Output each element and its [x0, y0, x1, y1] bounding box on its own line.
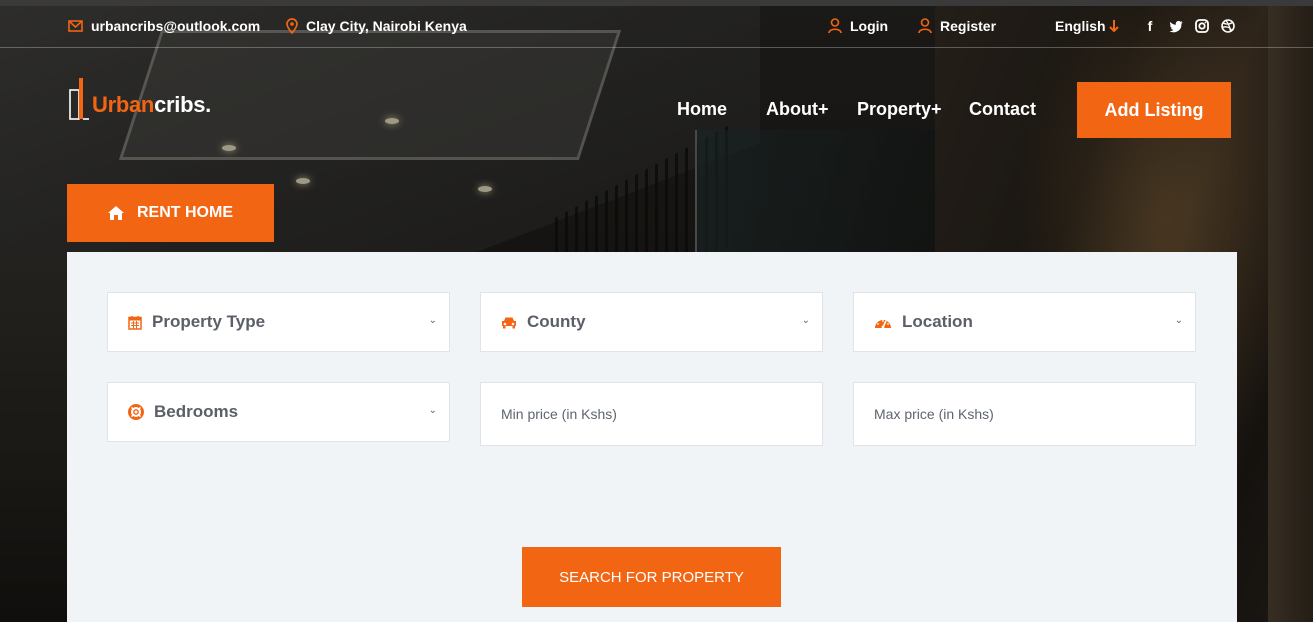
tab-rent-home[interactable]: RENT HOME [67, 184, 274, 242]
county-select[interactable]: County ⌄ [480, 292, 823, 352]
search-panel: Property Type ⌄ County ⌄ Location ⌄ Bedr… [67, 252, 1237, 622]
logo-text-cribs: cribs. [154, 92, 211, 117]
map-pin-icon [286, 18, 298, 34]
language-label: English [1055, 18, 1106, 34]
location-label: Location [902, 312, 973, 331]
search-property-button[interactable]: SEARCH FOR PROPERTY [522, 547, 781, 607]
bedrooms-select[interactable]: Bedrooms ⌄ [107, 382, 450, 442]
language-selector[interactable]: English [1055, 18, 1119, 34]
chevron-down-icon: ⌄ [428, 405, 437, 416]
register-label: Register [940, 18, 997, 34]
login-label: Login [850, 18, 889, 34]
login-link[interactable]: Login [828, 18, 888, 34]
contact-email[interactable]: urbancribs@outlook.com [68, 18, 260, 34]
facebook-icon[interactable]: f [1143, 18, 1157, 34]
location-select[interactable]: Location ⌄ [853, 292, 1196, 352]
nav-home[interactable]: Home [677, 99, 727, 120]
calendar-icon [128, 315, 142, 330]
property-type-label: Property Type [152, 312, 266, 331]
max-price-input[interactable] [853, 382, 1196, 446]
dribbble-icon[interactable] [1221, 18, 1235, 34]
chevron-down-icon: ⌄ [1174, 315, 1183, 326]
nav-about[interactable]: About+ [766, 99, 829, 120]
chevron-down-icon: ⌄ [801, 315, 810, 326]
envelope-icon [68, 20, 83, 32]
property-type-select[interactable]: Property Type ⌄ [107, 292, 450, 352]
twitter-icon[interactable] [1169, 18, 1183, 34]
top-info-bar: urbancribs@outlook.com Clay City, Nairob… [0, 6, 1313, 48]
nav-contact[interactable]: Contact [969, 99, 1036, 120]
min-price-input[interactable] [480, 382, 823, 446]
contact-email-text: urbancribs@outlook.com [91, 18, 261, 34]
brand-logo[interactable]: Urbancribs. [69, 72, 211, 120]
nav-property[interactable]: Property+ [857, 99, 942, 120]
contact-location-text: Clay City, Nairobi Kenya [306, 18, 467, 34]
tab-rent-home-label: RENT HOME [137, 204, 233, 221]
arrow-down-icon [1108, 19, 1119, 33]
gauge-icon [874, 315, 892, 329]
contact-location: Clay City, Nairobi Kenya [286, 18, 467, 34]
logo-text-urban: Urban [92, 92, 155, 117]
instagram-icon[interactable] [1195, 18, 1209, 34]
user-icon [918, 18, 932, 34]
car-icon [501, 316, 517, 329]
user-icon [828, 18, 842, 34]
chevron-down-icon: ⌄ [428, 315, 437, 326]
add-listing-button[interactable]: Add Listing [1077, 82, 1231, 138]
life-ring-icon [128, 404, 144, 420]
building-logo-icon [69, 76, 91, 120]
home-icon [107, 205, 125, 221]
bedrooms-label: Bedrooms [154, 402, 239, 421]
social-links: f [1143, 18, 1235, 34]
county-label: County [527, 312, 586, 331]
register-link[interactable]: Register [918, 18, 996, 34]
